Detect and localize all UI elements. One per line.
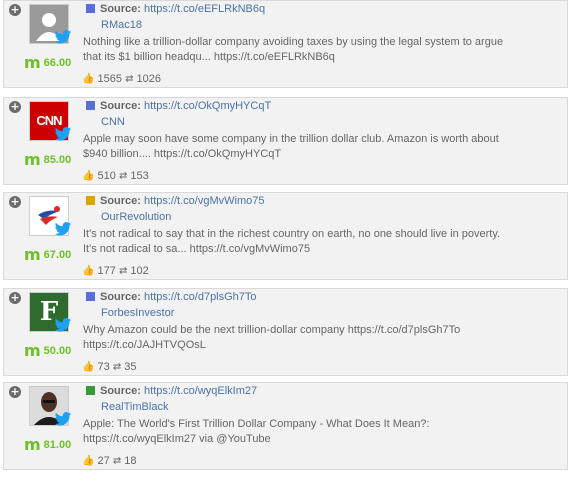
stats-row: 👍 27 ⇄ 18 xyxy=(82,455,137,467)
source-label: Source: xyxy=(100,3,141,15)
thumbs-up-icon: 👍 xyxy=(82,73,95,85)
tweet-text: It's not radical to say that in the rich… xyxy=(83,228,501,255)
tweet-card: + CNN m 85.00 Source: https://t.co/OkQmyH… xyxy=(3,97,568,185)
tweet-text: Why Amazon could be the next trillion-do… xyxy=(83,324,461,351)
score-value: 85.00 xyxy=(43,153,72,166)
expand-icon[interactable]: + xyxy=(9,101,21,113)
source-row: Source: https://t.co/OkQmyHYCqT xyxy=(86,100,271,112)
retweet-icon: ⇄ xyxy=(118,265,128,277)
expand-icon[interactable]: + xyxy=(9,196,21,208)
source-link[interactable]: https://t.co/OkQmyHYCqT xyxy=(144,100,271,112)
author-link[interactable]: RealTimBlack xyxy=(101,401,168,413)
stats-row: 👍 177 ⇄ 102 xyxy=(82,265,149,277)
source-row: Source: https://t.co/eEFLRkNB6q xyxy=(86,3,265,15)
twitter-bird-icon xyxy=(54,222,72,236)
stats-row: 👍 1565 ⇄ 1026 xyxy=(82,73,161,85)
score-value: 66.00 xyxy=(43,56,72,69)
source-label: Source: xyxy=(100,291,141,303)
tweet-card: + m 81.00 Source: https://t.co/wyqElkIm27… xyxy=(3,382,568,470)
stats-row: 👍 510 ⇄ 153 xyxy=(82,170,149,182)
retweet-icon: ⇄ xyxy=(125,73,134,85)
m-score-icon: m xyxy=(24,435,41,454)
likes-count: 1565 xyxy=(97,73,122,86)
likes-count: 73 xyxy=(97,361,110,374)
thumbs-up-icon: 👍 xyxy=(82,361,95,373)
stats-row: 👍 73 ⇄ 35 xyxy=(82,361,137,373)
retweet-icon: ⇄ xyxy=(112,361,122,373)
source-color-marker xyxy=(86,386,95,395)
tweet-card: + F m 50.00 Source: https://t.co/d7plsGh7… xyxy=(3,288,568,376)
tweet-card: + m 67.00 Source: https://t.co/vgMvWimo75… xyxy=(3,192,568,280)
score: m 85.00 xyxy=(24,150,72,169)
source-row: Source: https://t.co/vgMvWimo75 xyxy=(86,195,264,207)
likes-count: 510 xyxy=(97,170,116,183)
thumbs-up-icon: 👍 xyxy=(82,455,95,467)
thumbs-up-icon: 👍 xyxy=(82,170,95,182)
source-link[interactable]: https://t.co/eEFLRkNB6q xyxy=(144,3,265,15)
expand-icon[interactable]: + xyxy=(9,292,21,304)
likes-count: 27 xyxy=(97,455,110,468)
source-color-marker xyxy=(86,196,95,205)
retweets-count: 35 xyxy=(124,361,137,374)
tweet-card: + m 66.00 Source: https://t.co/eEFLRkNB6q… xyxy=(3,0,568,88)
source-label: Source: xyxy=(100,195,141,207)
twitter-bird-icon xyxy=(54,30,72,44)
tweet-feed: + m 66.00 Source: https://t.co/eEFLRkNB6q… xyxy=(0,0,573,482)
retweets-count: 102 xyxy=(130,265,149,278)
likes-count: 177 xyxy=(97,265,116,278)
author-link[interactable]: ForbesInvestor xyxy=(101,307,174,319)
twitter-bird-icon xyxy=(54,318,72,332)
source-link[interactable]: https://t.co/d7plsGh7To xyxy=(144,291,257,303)
twitter-bird-icon xyxy=(54,127,72,141)
source-link[interactable]: https://t.co/wyqElkIm27 xyxy=(144,385,257,397)
score-value: 81.00 xyxy=(43,438,72,451)
source-color-marker xyxy=(86,292,95,301)
source-label: Source: xyxy=(100,385,141,397)
score: m 67.00 xyxy=(24,245,72,264)
retweets-count: 18 xyxy=(124,455,137,468)
author-link[interactable]: CNN xyxy=(101,116,125,128)
m-score-icon: m xyxy=(24,53,41,72)
source-label: Source: xyxy=(100,100,141,112)
twitter-bird-icon xyxy=(54,412,72,426)
score-value: 67.00 xyxy=(43,248,72,261)
author-link[interactable]: RMac18 xyxy=(101,19,142,31)
m-score-icon: m xyxy=(24,245,41,264)
author-link[interactable]: OurRevolution xyxy=(101,211,171,223)
score: m 81.00 xyxy=(24,435,72,454)
retweet-icon: ⇄ xyxy=(112,455,122,467)
expand-icon[interactable]: + xyxy=(9,386,21,398)
m-score-icon: m xyxy=(24,150,41,169)
thumbs-up-icon: 👍 xyxy=(82,265,95,277)
tweet-text: Apple: The World's First Trillion Dollar… xyxy=(83,418,430,445)
retweet-icon: ⇄ xyxy=(118,170,128,182)
expand-icon[interactable]: + xyxy=(9,4,21,16)
source-color-marker xyxy=(86,4,95,13)
source-row: Source: https://t.co/wyqElkIm27 xyxy=(86,385,257,397)
source-color-marker xyxy=(86,101,95,110)
source-row: Source: https://t.co/d7plsGh7To xyxy=(86,291,257,303)
tweet-text: Apple may soon have some company in the … xyxy=(83,133,499,160)
tweet-text: Nothing like a trillion-dollar company a… xyxy=(83,36,504,63)
m-score-icon: m xyxy=(24,341,41,360)
source-link[interactable]: https://t.co/vgMvWimo75 xyxy=(144,195,264,207)
retweets-count: 153 xyxy=(130,170,149,183)
score: m 50.00 xyxy=(24,341,72,360)
score: m 66.00 xyxy=(24,53,72,72)
retweets-count: 1026 xyxy=(136,73,161,86)
score-value: 50.00 xyxy=(43,344,72,357)
